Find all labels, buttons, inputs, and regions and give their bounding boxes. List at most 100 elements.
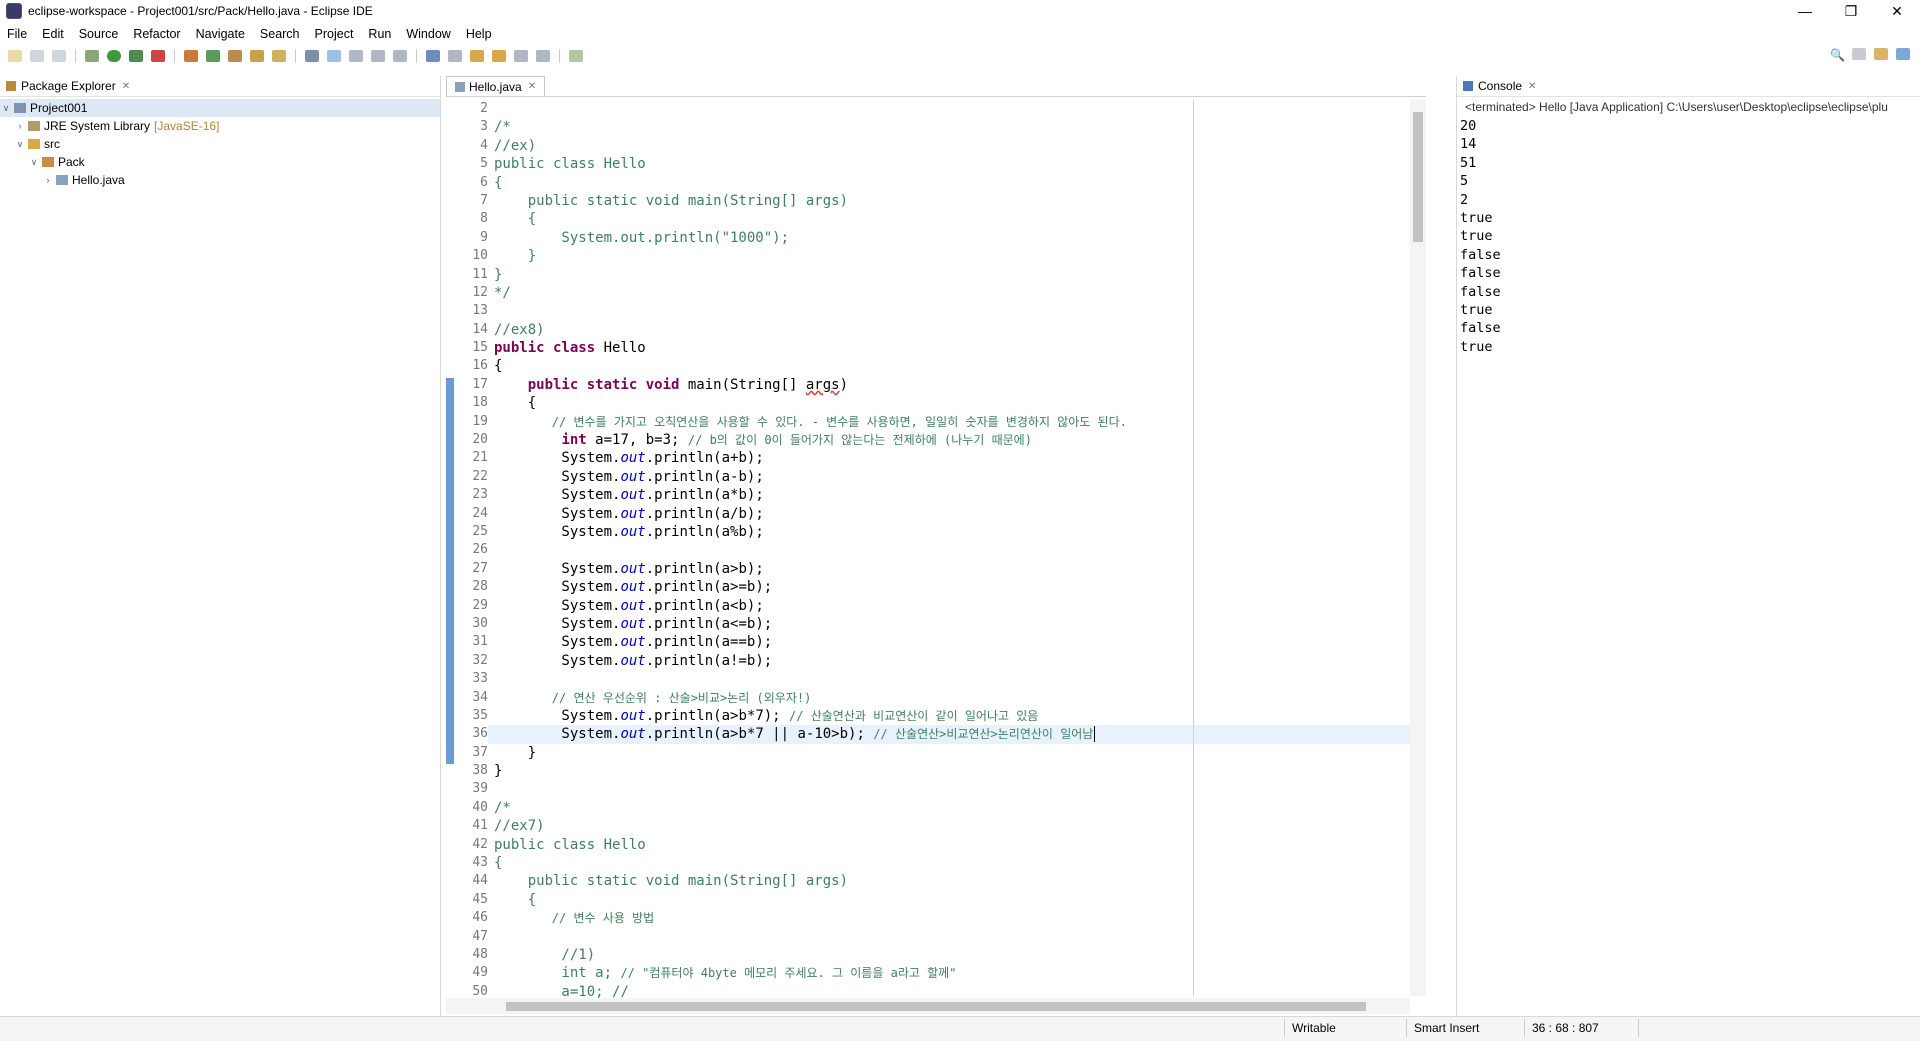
menu-edit[interactable]: Edit — [35, 27, 72, 41]
close-icon[interactable]: ✕ — [1528, 81, 1536, 92]
code-token: args — [805, 192, 840, 209]
console-tab[interactable]: Console ✕ — [1457, 76, 1920, 97]
search-tool-icon[interactable] — [272, 50, 286, 62]
package-explorer-tab[interactable]: Package Explorer ✕ — [0, 76, 440, 97]
code-token: args — [805, 873, 840, 890]
tree-item-package[interactable]: ∨ Pack — [0, 153, 440, 171]
code-token: System.out.println( — [494, 229, 722, 246]
console-line: 20 — [1460, 118, 1477, 134]
new-class-icon[interactable] — [228, 50, 242, 62]
code-token: out — [620, 597, 646, 614]
console-output[interactable]: 20 14 51 5 2 true true false false false… — [1457, 117, 1920, 356]
code-editor[interactable]: 2 3 4 5 6 7 8 9 10 11 12 13 14 15 16 17 … — [446, 100, 1426, 1014]
new-java-project-icon[interactable] — [184, 50, 198, 62]
code-lines[interactable]: /* //ex) public class Hello { public sta… — [488, 100, 1420, 1001]
open-type-icon[interactable] — [250, 50, 264, 62]
highlight-icon[interactable] — [327, 50, 341, 62]
close-icon[interactable]: ✕ — [528, 81, 536, 92]
code-token: a; — [586, 965, 621, 982]
menu-file[interactable]: File — [0, 27, 35, 41]
previous-annotation-icon[interactable] — [492, 50, 506, 62]
back-icon[interactable] — [514, 50, 528, 62]
code-token: Hello — [595, 156, 646, 173]
code-token: public static void — [527, 192, 680, 209]
java-ee-perspective-icon[interactable] — [1874, 48, 1888, 60]
console-launch-description: <terminated> Hello [Java Application] C:… — [1465, 100, 1888, 114]
code-token: "1000" — [721, 229, 773, 246]
code-token: .println — [645, 597, 714, 614]
pin-editor-icon[interactable] — [569, 50, 583, 62]
menu-source[interactable]: Source — [72, 27, 127, 41]
project-tree: ∨ Project001 › JRE System Library [JavaS… — [0, 97, 440, 189]
tree-label-jre: JRE System Library — [44, 119, 151, 133]
run-icon[interactable] — [107, 50, 121, 62]
open-perspective-icon[interactable] — [1852, 48, 1866, 60]
chevron-right-icon[interactable]: › — [42, 175, 54, 185]
chevron-down-icon[interactable]: ∨ — [0, 103, 12, 114]
editor-vertical-scrollbar[interactable] — [1410, 100, 1426, 996]
code-line: { — [494, 174, 503, 191]
status-divider — [1406, 1019, 1407, 1037]
menu-window[interactable]: Window — [399, 27, 458, 41]
console-icon — [1463, 81, 1473, 91]
code-token: System. — [494, 505, 621, 522]
line-number: 14 — [472, 321, 488, 337]
next-annotation-icon[interactable] — [470, 50, 484, 62]
terminal-icon[interactable] — [426, 50, 440, 62]
toggle-mark-icon[interactable] — [305, 50, 319, 62]
code-line: int a; // "컴퓨터야 4byte 메모리 주세요. 그 이름을 a라고… — [488, 964, 1420, 982]
code-token: Hello — [595, 340, 646, 357]
show-whitespace-icon[interactable] — [393, 50, 407, 62]
chevron-down-icon[interactable]: ∨ — [28, 157, 40, 168]
java-perspective-icon[interactable] — [1896, 48, 1910, 60]
code-token: System. — [494, 707, 621, 724]
code-line: public static void main(String[] args) — [488, 872, 1420, 890]
tree-item-file[interactable]: › Hello.java — [0, 171, 440, 189]
status-divider — [1524, 1019, 1525, 1037]
word-wrap-icon[interactable] — [371, 50, 385, 62]
chevron-down-icon[interactable]: ∨ — [14, 139, 26, 150]
chevron-right-icon[interactable]: › — [14, 121, 26, 131]
block-selection-icon[interactable] — [349, 50, 363, 62]
tree-item-jre[interactable]: › JRE System Library [JavaSE-16] — [0, 117, 440, 135]
menu-help[interactable]: Help — [459, 27, 500, 41]
toolbar-separator — [174, 49, 175, 63]
menu-refactor[interactable]: Refactor — [126, 27, 188, 41]
code-line: System.out.println("1000"); — [488, 229, 1420, 247]
skip-breakpoints-icon[interactable] — [448, 50, 462, 62]
restore-button[interactable]: ❐ — [1828, 0, 1874, 22]
save-icon[interactable] — [30, 50, 44, 62]
forward-icon[interactable] — [536, 50, 550, 62]
menu-search[interactable]: Search — [253, 27, 308, 41]
editor-tab-hello-java[interactable]: Hello.java ✕ — [446, 76, 546, 96]
status-cursor-position: 36 : 68 : 807 — [1532, 1021, 1599, 1035]
editor-panel: Hello.java ✕ 2 3 4 5 6 7 8 9 10 11 12 13… — [446, 76, 1426, 1016]
tree-item-project[interactable]: ∨ Project001 — [0, 99, 440, 117]
editor-horizontal-scrollbar[interactable] — [446, 998, 1410, 1014]
code-token: System. — [494, 615, 621, 632]
menu-navigate[interactable]: Navigate — [189, 27, 253, 41]
new-java-package-icon[interactable] — [206, 50, 220, 62]
scrollbar-thumb[interactable] — [506, 1002, 1366, 1011]
save-all-icon[interactable] — [52, 50, 66, 62]
close-icon[interactable]: ✕ — [122, 81, 130, 92]
menu-run[interactable]: Run — [361, 27, 399, 41]
line-number: 12 — [472, 284, 488, 300]
search-icon[interactable]: 🔍 — [1830, 48, 1845, 62]
code-token: (a>=b); — [713, 579, 773, 596]
tree-item-src[interactable]: ∨ src — [0, 135, 440, 153]
external-tools-icon[interactable] — [151, 50, 165, 62]
code-line: System.out.println(a<b); — [488, 597, 1420, 615]
code-token: .println — [645, 450, 714, 467]
close-window-button[interactable]: ✕ — [1874, 0, 1920, 22]
new-icon[interactable] — [8, 50, 22, 62]
menu-project[interactable]: Project — [308, 27, 362, 41]
scrollbar-thumb[interactable] — [1413, 112, 1423, 242]
coverage-icon[interactable] — [129, 50, 143, 62]
line-number: 23 — [472, 487, 488, 503]
code-line-current: System.out.println(a>b*7 || a-10>b); // … — [488, 725, 1420, 744]
code-line: public static void main(String[] args) — [488, 376, 1420, 394]
minimize-button[interactable]: — — [1782, 0, 1828, 22]
debug-icon[interactable] — [85, 50, 99, 62]
